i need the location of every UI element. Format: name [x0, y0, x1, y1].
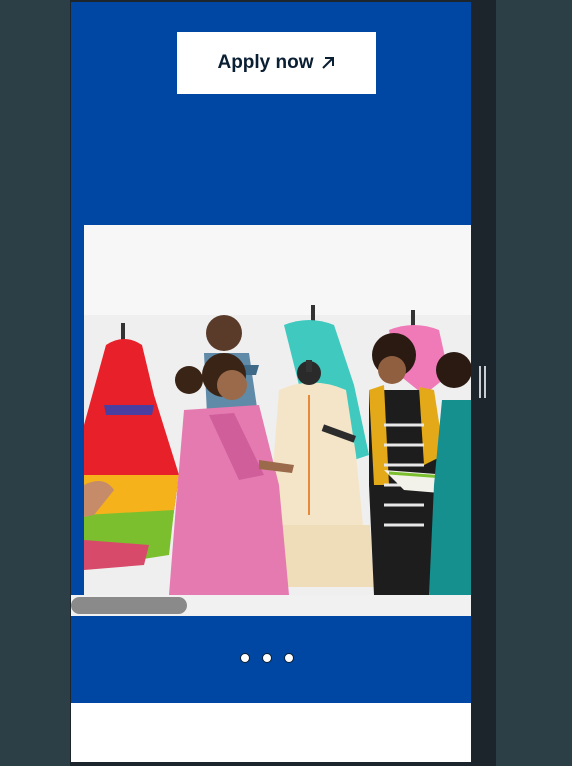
horizontal-scrollbar[interactable]: [71, 595, 471, 616]
carousel-dot-2[interactable]: [262, 653, 272, 663]
scrollbar-thumb[interactable]: [71, 597, 187, 614]
carousel-dot-1[interactable]: [240, 653, 250, 663]
apply-now-button[interactable]: Apply now: [177, 32, 376, 94]
page-viewport: Apply now: [71, 2, 471, 762]
carousel-controls: [71, 616, 471, 703]
fashion-design-students-photo: [84, 225, 471, 595]
arrow-up-right-icon: [320, 55, 336, 71]
carousel-dot-3[interactable]: [284, 653, 294, 663]
hero-section: Apply now: [71, 2, 471, 225]
apply-now-label: Apply now: [217, 52, 314, 73]
carousel-slide: [71, 225, 471, 595]
carousel-dots: [240, 653, 294, 663]
resize-handle-icon[interactable]: [478, 366, 487, 398]
page-footer-area: [71, 703, 471, 762]
